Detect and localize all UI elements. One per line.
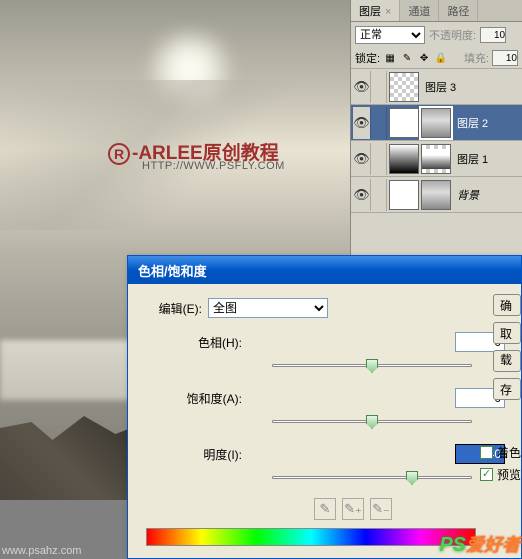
- lightness-slider-thumb[interactable]: [406, 471, 418, 485]
- dialog-body: 编辑(E): 全图 色相(H): 饱和度(A): 明度(I):: [128, 284, 521, 558]
- bottom-watermark-logo: PS爱好者: [439, 531, 520, 557]
- layer-name[interactable]: 图层 1: [453, 151, 520, 167]
- layer-thumb[interactable]: [389, 72, 419, 102]
- layer-row-2[interactable]: 👁 图层 2: [351, 105, 522, 141]
- lightness-slider[interactable]: [272, 470, 472, 486]
- hue-slider-thumb[interactable]: [366, 359, 378, 373]
- eyedropper-group: ✎ ✎₊ ✎₋: [314, 498, 392, 520]
- tab-layers-label: 图层: [359, 6, 381, 18]
- preview-checkbox[interactable]: 预览: [480, 466, 521, 483]
- layer-thumb[interactable]: [421, 144, 451, 174]
- eyedropper-icon[interactable]: ✎: [314, 498, 336, 520]
- hue-strip: [146, 528, 476, 546]
- lightness-label: 明度(I):: [172, 446, 242, 463]
- lock-row: 锁定: ▦ ✎ ✥ 🔒 填充:: [351, 48, 522, 69]
- bottom-watermark-url: www.psahz.com: [2, 545, 81, 557]
- link-col[interactable]: [373, 179, 387, 211]
- lock-move-icon[interactable]: ✥: [417, 51, 431, 65]
- dialog-buttons: 确 取 载入 存: [493, 294, 521, 400]
- tab-close-icon[interactable]: ×: [385, 6, 391, 18]
- layer-name[interactable]: 图层 2: [453, 115, 520, 131]
- lock-label: 锁定:: [355, 50, 380, 66]
- opacity-input[interactable]: [480, 27, 506, 43]
- fill-input[interactable]: [492, 50, 518, 66]
- saturation-label: 饱和度(A):: [172, 390, 242, 407]
- saturation-slider[interactable]: [272, 414, 472, 430]
- layer-thumb[interactable]: [421, 108, 451, 138]
- lightness-row: 明度(I):: [142, 444, 511, 464]
- dialog-title-bar[interactable]: 色相/饱和度: [128, 256, 521, 284]
- mask-thumb[interactable]: [389, 144, 419, 174]
- fill-label: 填充:: [464, 50, 489, 66]
- blend-mode-select[interactable]: 正常: [355, 26, 425, 44]
- visibility-toggle[interactable]: 👁: [353, 179, 371, 211]
- colorize-checkbox[interactable]: 着色: [480, 444, 521, 461]
- saturation-row: 饱和度(A):: [142, 388, 511, 408]
- layer-row-bg[interactable]: 👁 背景: [351, 177, 522, 213]
- slider-groove: [272, 476, 472, 479]
- edit-label: 编辑(E):: [142, 300, 202, 317]
- r-circle-icon: R: [108, 143, 130, 165]
- eye-icon: 👁: [353, 115, 370, 131]
- layer-name[interactable]: 图层 3: [421, 79, 520, 95]
- layer-thumb[interactable]: [421, 180, 451, 210]
- blend-opacity-row: 正常 不透明度:: [351, 22, 522, 48]
- cancel-button[interactable]: 取: [493, 322, 521, 344]
- edit-row: 编辑(E): 全图: [142, 298, 511, 318]
- eye-icon: 👁: [353, 187, 370, 203]
- tab-paths[interactable]: 路径: [439, 0, 478, 21]
- layer-row-1[interactable]: 👁 图层 1: [351, 141, 522, 177]
- panel-tabs: 图层 × 通道 路径: [351, 0, 522, 22]
- watermark-url: HTTP://WWW.PSFLY.COM: [142, 160, 285, 172]
- ok-button[interactable]: 确: [493, 294, 521, 316]
- layers-panel: 图层 × 通道 路径 正常 不透明度: 锁定: ▦ ✎ ✥ 🔒 填充: 👁 图层 …: [350, 0, 522, 260]
- hue-label: 色相(H):: [172, 334, 242, 351]
- layer-name[interactable]: 背景: [453, 187, 520, 203]
- lock-brush-icon[interactable]: ✎: [400, 51, 414, 65]
- visibility-toggle[interactable]: 👁: [353, 107, 371, 139]
- link-col[interactable]: [373, 71, 387, 103]
- save-button[interactable]: 存: [493, 378, 521, 400]
- eye-icon: 👁: [353, 151, 370, 167]
- colorize-label: 着色: [497, 444, 521, 461]
- visibility-toggle[interactable]: 👁: [353, 143, 371, 175]
- hue-saturation-dialog: 色相/饱和度 编辑(E): 全图 色相(H): 饱和度(A): 明度(I):: [127, 255, 522, 559]
- mask-thumb[interactable]: [389, 108, 419, 138]
- preview-label: 预览: [497, 466, 521, 483]
- checkbox-icon: [480, 468, 493, 481]
- wm-ps: PS: [439, 534, 466, 556]
- lock-transparent-icon[interactable]: ▦: [383, 51, 397, 65]
- hue-slider[interactable]: [272, 358, 472, 374]
- load-button[interactable]: 载入: [493, 350, 521, 372]
- edit-select[interactable]: 全图: [208, 298, 328, 318]
- eyedropper-add-icon[interactable]: ✎₊: [342, 498, 364, 520]
- checkbox-icon: [480, 446, 493, 459]
- saturation-slider-thumb[interactable]: [366, 415, 378, 429]
- link-col[interactable]: [373, 107, 387, 139]
- tab-channels[interactable]: 通道: [400, 0, 439, 21]
- wm-ahz: 爱好者: [466, 535, 520, 555]
- tab-layers[interactable]: 图层 ×: [351, 0, 400, 21]
- hue-row: 色相(H):: [142, 332, 511, 352]
- visibility-toggle[interactable]: 👁: [353, 71, 371, 103]
- eyedropper-subtract-icon[interactable]: ✎₋: [370, 498, 392, 520]
- lock-all-icon[interactable]: 🔒: [434, 51, 448, 65]
- mask-thumb[interactable]: [389, 180, 419, 210]
- link-col[interactable]: [373, 143, 387, 175]
- layer-row-3[interactable]: 👁 图层 3: [351, 69, 522, 105]
- layers-list: 👁 图层 3 👁 图层 2 👁 图层 1 👁 背景: [351, 69, 522, 213]
- eye-icon: 👁: [353, 79, 370, 95]
- opacity-label: 不透明度:: [429, 27, 476, 43]
